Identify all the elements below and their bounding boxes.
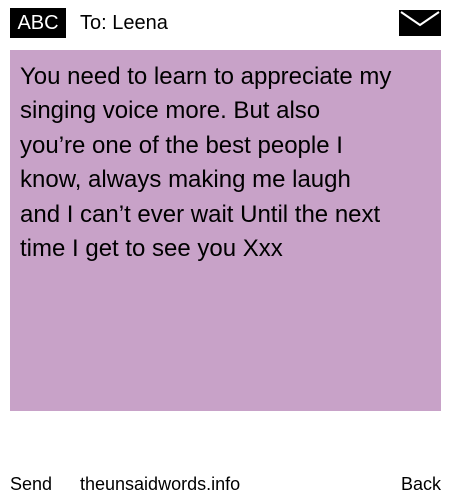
message-header: ABC To: Leena	[0, 0, 450, 44]
message-body[interactable]: You need to learn to appreciate my singi…	[10, 50, 441, 411]
envelope-icon	[399, 10, 441, 36]
message-text[interactable]: You need to learn to appreciate my singi…	[20, 60, 431, 266]
input-mode-indicator: ABC	[10, 8, 66, 38]
site-label: theunsaidwords.info	[80, 474, 241, 494]
send-button[interactable]: Send	[10, 472, 52, 496]
recipient-label: To: Leena	[80, 12, 168, 34]
back-button[interactable]: Back	[401, 472, 441, 496]
